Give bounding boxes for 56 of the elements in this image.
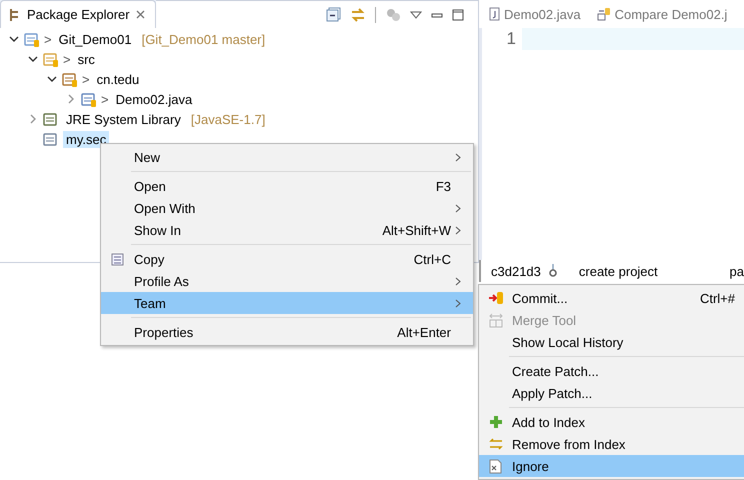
- source-folder-icon: [43, 51, 59, 67]
- project-icon: [24, 31, 40, 47]
- item-decoration: [Git_Demo01 master]: [142, 32, 266, 46]
- editor-tab[interactable]: Demo02.java: [489, 6, 581, 22]
- editor-tab[interactable]: Compare Demo02.j: [596, 6, 728, 22]
- compare-icon: [596, 7, 611, 21]
- menu-item[interactable]: Add to Index: [479, 411, 744, 433]
- git-change-marker: >: [44, 32, 52, 46]
- git-change-marker: >: [82, 72, 90, 86]
- file-icon: [43, 131, 59, 147]
- tree-item[interactable]: JRE System Library: [63, 110, 184, 128]
- menu-item[interactable]: Team: [101, 292, 473, 314]
- close-icon[interactable]: [136, 10, 145, 19]
- table-cell: pa: [730, 264, 744, 278]
- menu-item[interactable]: Profile As: [101, 270, 473, 292]
- git-change-marker: >: [63, 52, 71, 66]
- arrows-icon: [488, 438, 504, 450]
- maximize-icon[interactable]: [452, 8, 464, 20]
- view-tab[interactable]: Package Explorer: [0, 0, 156, 28]
- merge-icon: [488, 312, 504, 328]
- commit-message: create project: [578, 264, 658, 278]
- menu-item[interactable]: Remove from Index: [479, 433, 744, 455]
- tree-item[interactable]: my.sec: [63, 130, 110, 148]
- package-icon: [62, 71, 78, 87]
- tree-item[interactable]: Git_Demo01: [56, 30, 135, 48]
- menu-item[interactable]: Open With: [101, 197, 473, 219]
- tree-item[interactable]: cn.tedu: [94, 70, 142, 88]
- menu-item[interactable]: Copy Ctrl+C: [101, 248, 473, 270]
- menu-item[interactable]: Show In Alt+Shift+W: [101, 219, 473, 241]
- git-change-marker: >: [101, 92, 109, 106]
- collapse-all-icon[interactable]: [326, 7, 341, 22]
- package-explorer-icon: [9, 8, 21, 22]
- view-title: Package Explorer: [27, 7, 130, 22]
- java-file-icon: [81, 91, 97, 107]
- menu-item[interactable]: Apply Patch...: [479, 382, 744, 404]
- menu-item[interactable]: Properties Alt+Enter: [101, 321, 473, 343]
- commit-icon: [488, 291, 504, 305]
- java-file-icon: [489, 7, 500, 21]
- menu-item[interactable]: New: [101, 146, 473, 168]
- line-number: 1: [506, 29, 517, 49]
- tree-item[interactable]: Demo02.java: [112, 90, 196, 108]
- commit-node-icon: [548, 264, 557, 278]
- tree-item[interactable]: src: [74, 50, 98, 68]
- dropdown-icon[interactable]: [410, 10, 422, 18]
- menu-item[interactable]: Commit... Ctrl+#: [479, 287, 744, 309]
- minimize-icon[interactable]: [431, 10, 443, 18]
- library-icon: [43, 111, 59, 127]
- menu-item[interactable]: Ignore: [479, 455, 744, 477]
- menu-item[interactable]: Create Patch...: [479, 360, 744, 382]
- menu-item[interactable]: Show Local History: [479, 331, 744, 353]
- menu-item[interactable]: Open F3: [101, 175, 473, 197]
- item-decoration: [JavaSE-1.7]: [190, 112, 266, 126]
- ignore-file-icon: [489, 458, 502, 474]
- copy-icon: [111, 252, 124, 266]
- commit-id: c3d21d3: [491, 264, 541, 278]
- plus-icon: [488, 415, 502, 429]
